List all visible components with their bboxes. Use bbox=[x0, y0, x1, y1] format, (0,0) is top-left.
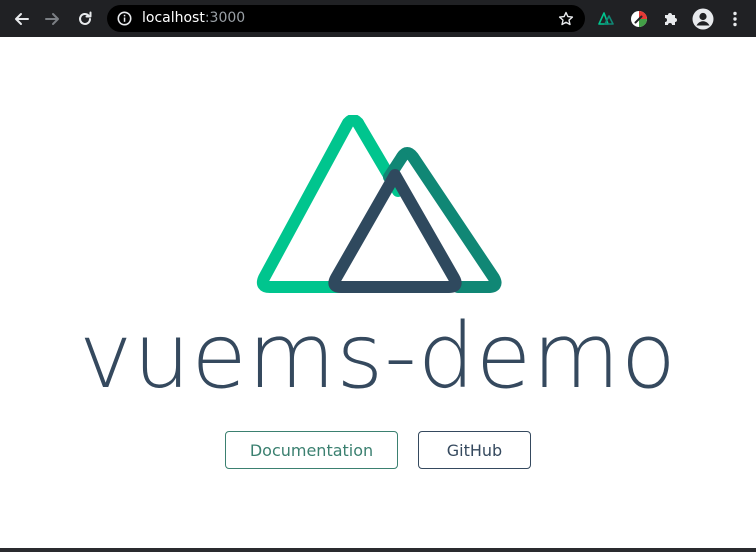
window-bottom-edge bbox=[0, 548, 756, 552]
profile-icon bbox=[692, 8, 714, 30]
page-content: vuems-demo Documentation GitHub bbox=[0, 37, 756, 549]
forward-icon bbox=[45, 13, 59, 25]
documentation-button[interactable]: Documentation bbox=[225, 431, 398, 469]
reload-button[interactable] bbox=[72, 6, 98, 32]
star-icon[interactable] bbox=[558, 11, 574, 27]
more-icon bbox=[733, 11, 737, 27]
reload-icon bbox=[79, 11, 92, 25]
url-host: localhost bbox=[142, 10, 205, 26]
url-port: :3000 bbox=[204, 10, 246, 26]
url-text[interactable]: localhost:3000 bbox=[142, 10, 245, 26]
github-button[interactable]: GitHub bbox=[418, 431, 531, 469]
nuxt-extension-button[interactable] bbox=[594, 6, 620, 32]
address-bar[interactable]: localhost:3000 bbox=[107, 5, 585, 32]
browser-toolbar: localhost:3000 bbox=[0, 0, 756, 37]
back-button[interactable] bbox=[8, 6, 34, 32]
color-extension-icon bbox=[631, 11, 647, 27]
color-extension-button[interactable] bbox=[626, 6, 652, 32]
back-icon bbox=[15, 13, 29, 25]
puzzle-icon bbox=[665, 13, 677, 25]
more-button[interactable] bbox=[722, 6, 748, 32]
info-icon[interactable] bbox=[117, 11, 132, 26]
profile-button[interactable] bbox=[690, 6, 716, 32]
page-title: vuems-demo bbox=[79, 304, 677, 409]
nuxt-extension-icon bbox=[598, 12, 614, 25]
forward-button[interactable] bbox=[40, 6, 66, 32]
nuxt-logo bbox=[256, 115, 502, 293]
extensions-button[interactable] bbox=[658, 6, 684, 32]
